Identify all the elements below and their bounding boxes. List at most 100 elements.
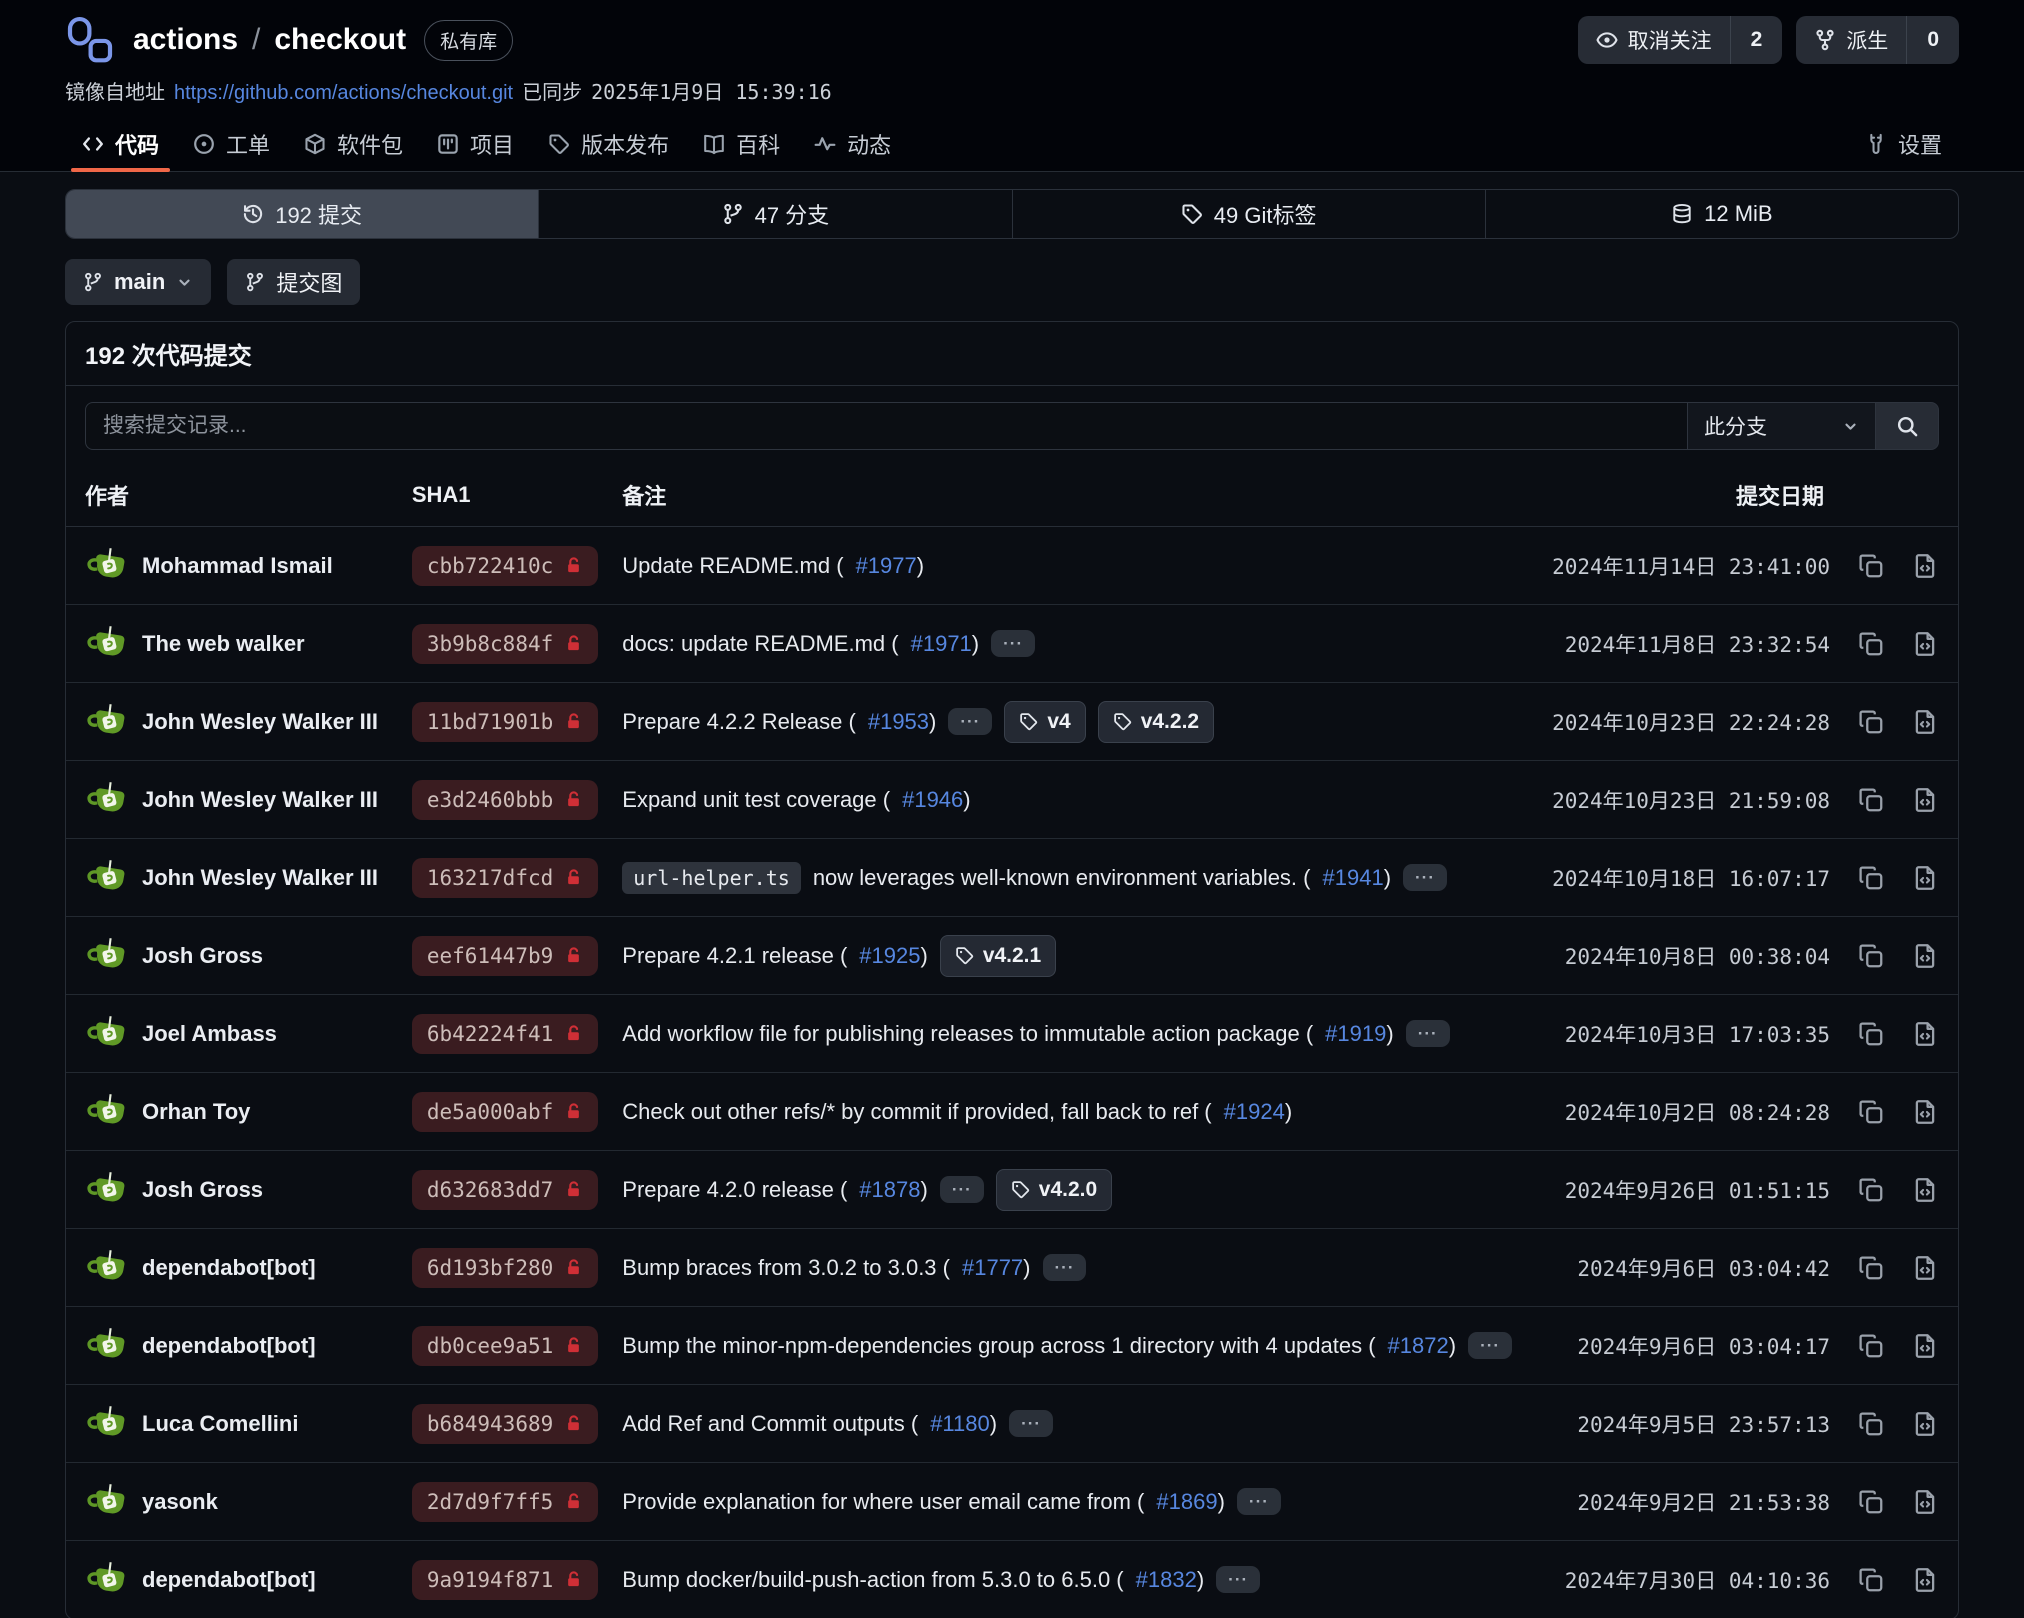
pr-link[interactable]: #1872 <box>1388 1333 1449 1359</box>
pr-link[interactable]: #1953 <box>868 709 929 735</box>
tab-code[interactable]: 代码 <box>65 117 176 171</box>
copy-sha-button[interactable] <box>1858 1567 1884 1593</box>
commit-author-name[interactable]: Joel Ambass <box>142 1021 277 1047</box>
copy-sha-button[interactable] <box>1858 1021 1884 1047</box>
avatar[interactable] <box>85 1169 127 1211</box>
commit-sha-link[interactable]: 6d193bf280 <box>412 1248 598 1288</box>
commit-search-input[interactable] <box>85 402 1687 450</box>
pr-link[interactable]: #1180 <box>930 1411 990 1437</box>
view-file-at-commit-button[interactable] <box>1912 1177 1938 1203</box>
tab-settings[interactable]: 设置 <box>1848 117 1959 171</box>
copy-sha-button[interactable] <box>1858 787 1884 813</box>
commit-author-name[interactable]: Luca Comellini <box>142 1411 298 1437</box>
pr-link[interactable]: #1869 <box>1156 1489 1217 1515</box>
stat-tag[interactable]: 49 Git标签 <box>1012 190 1485 238</box>
copy-sha-button[interactable] <box>1858 1333 1884 1359</box>
pr-link[interactable]: #1924 <box>1224 1099 1285 1125</box>
commit-author-name[interactable]: John Wesley Walker III <box>142 787 378 813</box>
avatar[interactable] <box>85 545 127 587</box>
avatar[interactable] <box>85 1091 127 1133</box>
expand-commit-button[interactable]: ··· <box>1406 1020 1450 1047</box>
search-button[interactable] <box>1875 402 1939 450</box>
commit-author-name[interactable]: John Wesley Walker III <box>142 709 378 735</box>
tab-book[interactable]: 百科 <box>686 117 797 171</box>
copy-sha-button[interactable] <box>1858 865 1884 891</box>
tag-button[interactable]: v4.2.0 <box>996 1169 1112 1211</box>
view-file-at-commit-button[interactable] <box>1912 865 1938 891</box>
avatar[interactable] <box>85 857 127 899</box>
pr-link[interactable]: #1946 <box>902 787 963 813</box>
expand-commit-button[interactable]: ··· <box>1216 1566 1260 1593</box>
avatar[interactable] <box>85 935 127 977</box>
view-file-at-commit-button[interactable] <box>1912 1567 1938 1593</box>
stat-branch[interactable]: 47 分支 <box>538 190 1011 238</box>
commit-sha-link[interactable]: db0cee9a51 <box>412 1326 598 1366</box>
commit-author-name[interactable]: dependabot[bot] <box>142 1333 316 1359</box>
view-file-at-commit-button[interactable] <box>1912 631 1938 657</box>
commit-sha-link[interactable]: d632683dd7 <box>412 1170 598 1210</box>
tag-button[interactable]: v4.2.2 <box>1098 701 1214 743</box>
branch-filter-dropdown[interactable]: 此分支 <box>1687 402 1875 450</box>
tab-issue[interactable]: 工单 <box>176 117 287 171</box>
commit-sha-link[interactable]: 6b42224f41 <box>412 1014 598 1054</box>
commit-graph-button[interactable]: 提交图 <box>227 259 360 305</box>
repo-name-link[interactable]: checkout <box>274 23 406 57</box>
avatar[interactable] <box>85 701 127 743</box>
expand-commit-button[interactable]: ··· <box>948 708 992 735</box>
tag-button[interactable]: v4.2.1 <box>940 935 1056 977</box>
avatar[interactable] <box>85 1481 127 1523</box>
watch-count[interactable]: 2 <box>1730 16 1783 64</box>
copy-sha-button[interactable] <box>1858 1255 1884 1281</box>
commit-sha-link[interactable]: 2d7d9f7ff5 <box>412 1482 598 1522</box>
avatar[interactable] <box>85 779 127 821</box>
commit-author-name[interactable]: Orhan Toy <box>142 1099 250 1125</box>
pr-link[interactable]: #1971 <box>911 631 972 657</box>
pr-link[interactable]: #1777 <box>962 1255 1023 1281</box>
branch-selector[interactable]: main <box>65 259 211 305</box>
view-file-at-commit-button[interactable] <box>1912 553 1938 579</box>
stat-database[interactable]: 12 MiB <box>1485 190 1958 238</box>
pr-link[interactable]: #1878 <box>859 1177 920 1203</box>
commit-sha-link[interactable]: b684943689 <box>412 1404 598 1444</box>
commit-author-name[interactable]: Mohammad Ismail <box>142 553 333 579</box>
copy-sha-button[interactable] <box>1858 709 1884 735</box>
commit-sha-link[interactable]: cbb722410c <box>412 546 598 586</box>
fork-button[interactable]: 派生 0 <box>1796 16 1959 64</box>
copy-sha-button[interactable] <box>1858 1489 1884 1515</box>
commit-sha-link[interactable]: 9a9194f871 <box>412 1560 598 1600</box>
fork-count[interactable]: 0 <box>1906 16 1959 64</box>
expand-commit-button[interactable]: ··· <box>1009 1410 1053 1437</box>
view-file-at-commit-button[interactable] <box>1912 1255 1938 1281</box>
stat-history[interactable]: 192 提交 <box>66 190 538 238</box>
view-file-at-commit-button[interactable] <box>1912 787 1938 813</box>
copy-sha-button[interactable] <box>1858 1411 1884 1437</box>
view-file-at-commit-button[interactable] <box>1912 1333 1938 1359</box>
view-file-at-commit-button[interactable] <box>1912 1021 1938 1047</box>
pr-link[interactable]: #1919 <box>1325 1021 1386 1047</box>
unwatch-button[interactable]: 取消关注 2 <box>1578 16 1783 64</box>
tab-pulse[interactable]: 动态 <box>797 117 908 171</box>
avatar[interactable] <box>85 1247 127 1289</box>
commit-author-name[interactable]: yasonk <box>142 1489 218 1515</box>
pr-link[interactable]: #1977 <box>856 553 917 579</box>
avatar[interactable] <box>85 1559 127 1601</box>
avatar[interactable] <box>85 1403 127 1445</box>
avatar[interactable] <box>85 623 127 665</box>
pr-link[interactable]: #1941 <box>1323 865 1384 891</box>
expand-commit-button[interactable]: ··· <box>991 630 1035 657</box>
repo-owner-link[interactable]: actions <box>133 23 238 57</box>
tab-tag[interactable]: 版本发布 <box>531 117 686 171</box>
commit-sha-link[interactable]: 11bd71901b <box>412 702 598 742</box>
tab-package[interactable]: 软件包 <box>287 117 420 171</box>
copy-sha-button[interactable] <box>1858 1099 1884 1125</box>
commit-author-name[interactable]: John Wesley Walker III <box>142 865 378 891</box>
copy-sha-button[interactable] <box>1858 631 1884 657</box>
commit-sha-link[interactable]: de5a000abf <box>412 1092 598 1132</box>
expand-commit-button[interactable]: ··· <box>1237 1488 1281 1515</box>
expand-commit-button[interactable]: ··· <box>1468 1332 1512 1359</box>
avatar[interactable] <box>85 1325 127 1367</box>
commit-sha-link[interactable]: 3b9b8c884f <box>412 624 598 664</box>
view-file-at-commit-button[interactable] <box>1912 1099 1938 1125</box>
commit-author-name[interactable]: dependabot[bot] <box>142 1567 316 1593</box>
pr-link[interactable]: #1832 <box>1136 1567 1197 1593</box>
